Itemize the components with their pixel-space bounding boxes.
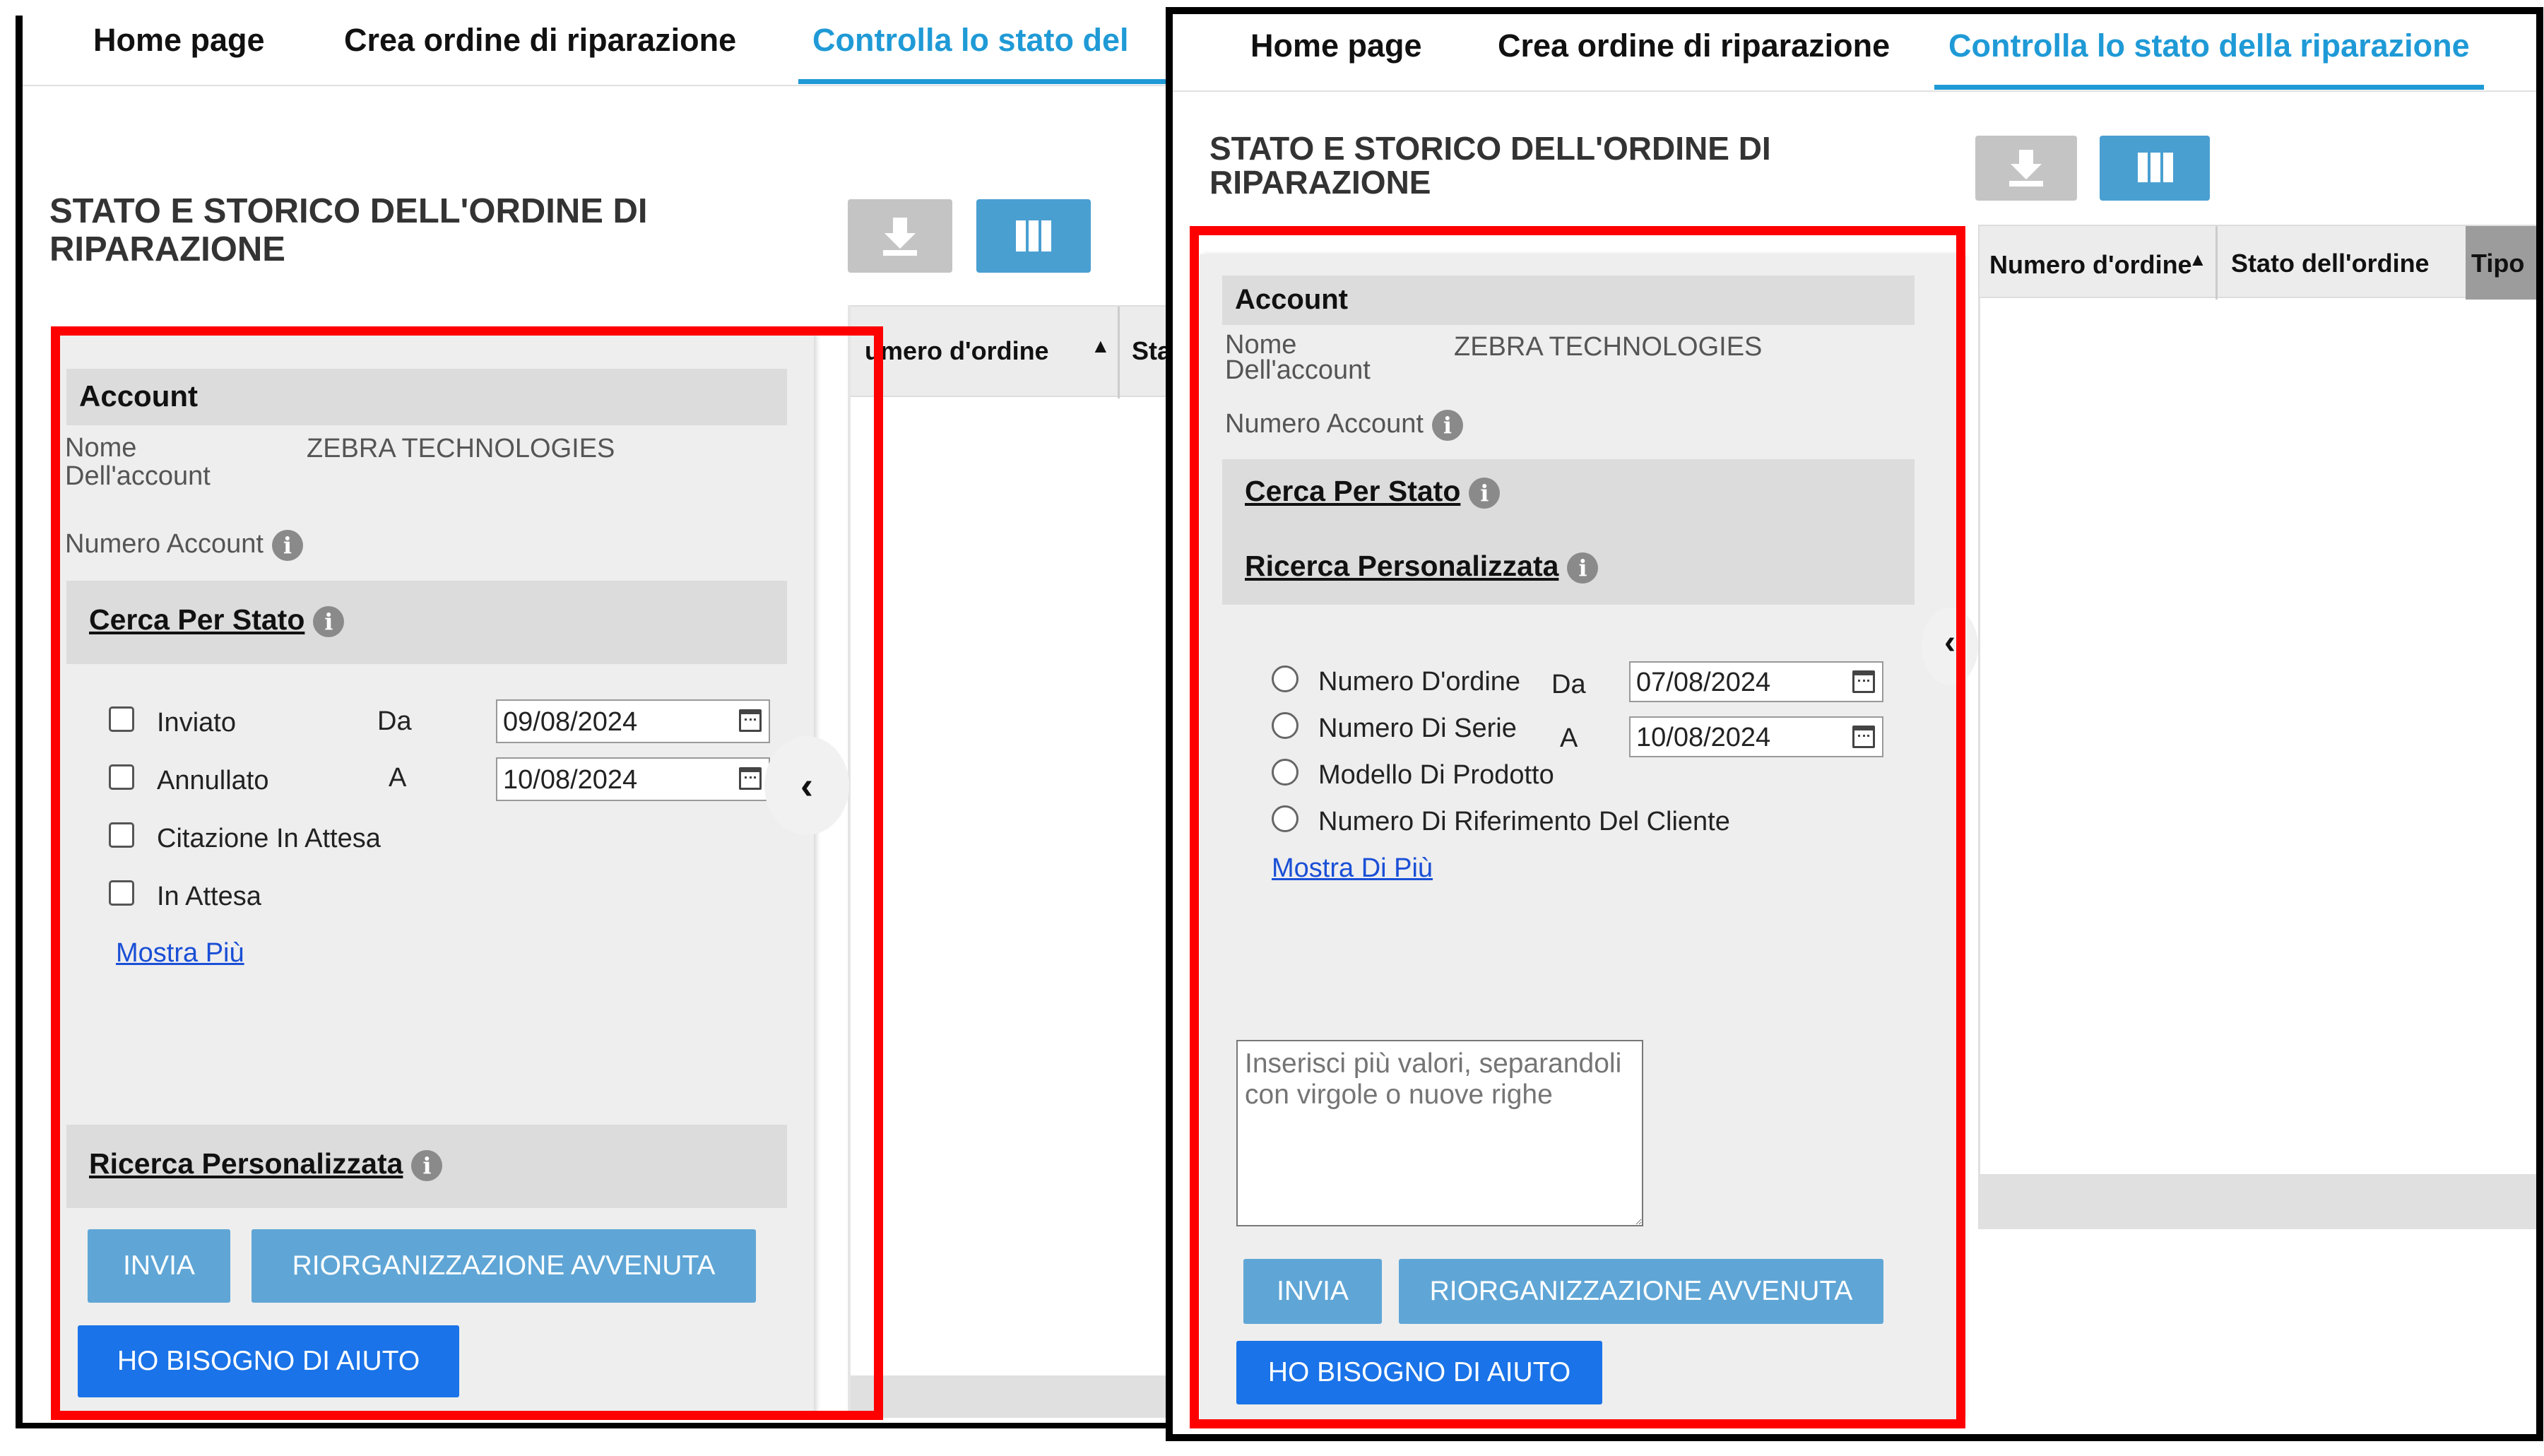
tab-divider xyxy=(23,85,1170,86)
results-grid-header: Numero d'ordine ▲ Stato dell'ordine Tipo xyxy=(1978,225,2536,300)
tab-home[interactable]: Home page xyxy=(1250,21,1422,85)
column-order-status[interactable]: Stato dell'ordine xyxy=(2231,249,2430,278)
tab-home[interactable]: Home page xyxy=(93,16,265,79)
grid-bottom-bar xyxy=(1978,1174,2536,1229)
nav-tabs: Home page Crea ordine di riparazione Con… xyxy=(1173,21,2536,90)
left-screenshot: Home page Crea ordine di riparazione Con… xyxy=(16,16,1174,1428)
columns-button[interactable] xyxy=(976,199,1091,273)
download-icon xyxy=(883,218,917,256)
columns-icon xyxy=(1016,220,1051,251)
column-type-cell[interactable]: Tipo xyxy=(2466,226,2536,300)
results-grid-body xyxy=(1978,298,2536,1174)
column-order-number[interactable]: umero d'ordine xyxy=(865,336,1049,366)
tab-check-repair-status[interactable]: Controlla lo stato del xyxy=(798,16,1170,84)
columns-button[interactable] xyxy=(2100,136,2210,201)
page-title: STATO E STORICO DELL'ORDINE DI RIPARAZIO… xyxy=(1209,130,1771,201)
tab-check-repair-status[interactable]: Controlla lo stato della riparazione xyxy=(1934,21,2484,90)
column-divider xyxy=(2215,226,2218,300)
download-icon xyxy=(2009,150,2043,187)
sort-asc-icon: ▲ xyxy=(1091,335,1111,357)
right-screenshot: Home page Crea ordine di riparazione Con… xyxy=(1166,7,2543,1441)
grid-bottom-bar xyxy=(849,1375,1170,1418)
download-button[interactable] xyxy=(1975,136,2077,201)
column-divider xyxy=(1118,307,1120,398)
highlight-box xyxy=(51,326,883,1420)
tab-create-repair-order[interactable]: Crea ordine di riparazione xyxy=(1498,21,1890,85)
page-title: STATO E STORICO DELL'ORDINE DI RIPARAZIO… xyxy=(49,192,648,268)
nav-tabs: Home page Crea ordine di riparazione Con… xyxy=(23,16,1170,84)
sort-asc-icon: ▲ xyxy=(2189,249,2207,270)
columns-icon xyxy=(2138,153,2173,182)
results-grid-header: umero d'ordine ▲ Stat xyxy=(849,305,1170,398)
column-order-number[interactable]: Numero d'ordine xyxy=(1989,250,2192,280)
highlight-box xyxy=(1190,226,1965,1428)
download-button[interactable] xyxy=(848,199,952,273)
tab-create-repair-order[interactable]: Crea ordine di riparazione xyxy=(344,16,736,79)
tab-divider xyxy=(1173,90,2536,92)
